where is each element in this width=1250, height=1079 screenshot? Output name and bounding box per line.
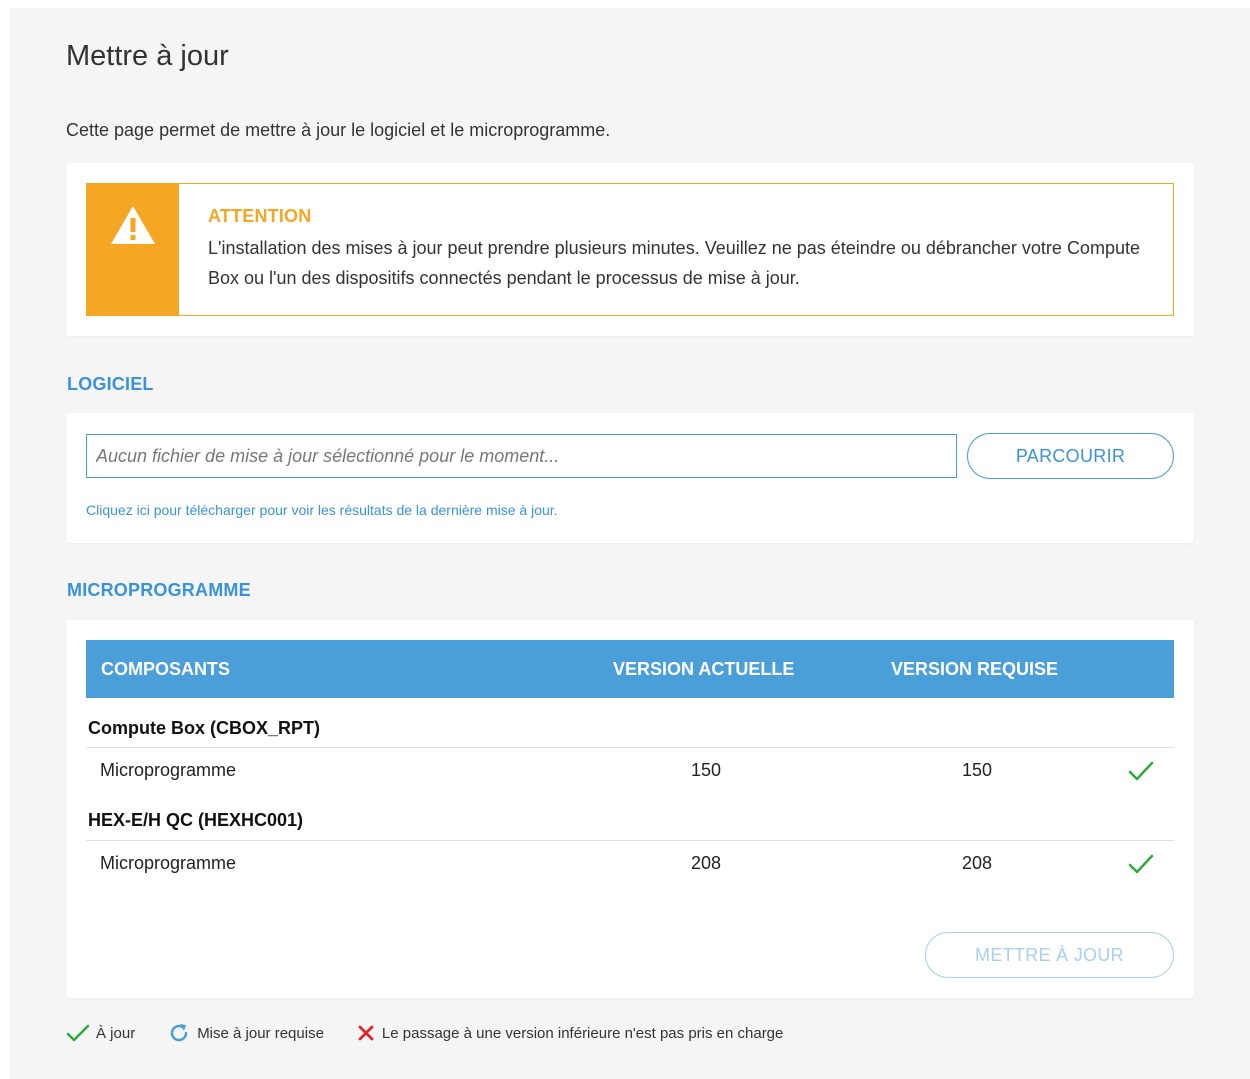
- table-header: COMPOSANTS VERSION ACTUELLE VERSION REQU…: [86, 640, 1174, 698]
- column-header-current-version: VERSION ACTUELLE: [613, 659, 795, 679]
- firmware-card: COMPOSANTS VERSION ACTUELLE VERSION REQU…: [66, 620, 1194, 998]
- warning-title: ATTENTION: [208, 206, 312, 226]
- legend-downgrade-unsupported-label: Le passage à une version inférieure n'es…: [381, 1024, 784, 1042]
- software-card: PARCOURIR Cliquez ici pour télécharger p…: [66, 413, 1194, 543]
- warning-body: L'installation des mises à jour peut pre…: [208, 238, 1140, 288]
- status-legend: À jour Mise à jour requise Le passage à …: [66, 1021, 815, 1045]
- component-group-name: Compute Box (CBOX_RPT): [88, 718, 321, 738]
- required-version: 208: [962, 853, 993, 873]
- component-group: Compute Box (CBOX_RPT): [86, 698, 1174, 748]
- legend-up-to-date-label: À jour: [96, 1024, 136, 1042]
- update-page: Mettre à jour Cette page permet de mettr…: [10, 8, 1250, 1079]
- page-description: Cette page permet de mettre à jour le lo…: [66, 120, 611, 140]
- table-row: Microprogramme 208 208: [86, 841, 1174, 885]
- firmware-section-title: MICROPROGRAMME: [67, 580, 251, 600]
- warning-icon-column: [87, 184, 179, 315]
- check-icon: [66, 1024, 90, 1042]
- column-header-components: COMPOSANTS: [101, 659, 231, 679]
- file-input[interactable]: [86, 434, 957, 478]
- warning-card: ATTENTION L'installation des mises à jou…: [66, 163, 1194, 336]
- required-version: 150: [962, 760, 993, 780]
- component-group-name: HEX-E/H QC (HEXHC001): [88, 810, 304, 830]
- update-button[interactable]: METTRE À JOUR: [925, 932, 1174, 978]
- legend-update-required: Mise à jour requise: [167, 1021, 324, 1045]
- current-version: 150: [691, 760, 722, 780]
- legend-update-required-label: Mise à jour requise: [197, 1024, 324, 1042]
- component-group: HEX-E/H QC (HEXHC001): [86, 792, 1174, 841]
- page-title: Mettre à jour: [66, 40, 229, 72]
- column-header-required-version: VERSION REQUISE: [891, 659, 1059, 679]
- check-icon: [1128, 854, 1154, 874]
- warning-triangle-icon: [111, 206, 155, 244]
- legend-up-to-date: À jour: [66, 1023, 135, 1043]
- check-icon: [1128, 761, 1154, 781]
- browse-button[interactable]: PARCOURIR: [967, 433, 1174, 479]
- component-name: Microprogramme: [100, 853, 237, 873]
- refresh-icon: [170, 1024, 188, 1042]
- warning-box: ATTENTION L'installation des mises à jou…: [86, 183, 1174, 316]
- current-version: 208: [691, 853, 722, 873]
- software-section-title: LOGICIEL: [67, 374, 154, 394]
- component-name: Microprogramme: [100, 760, 237, 780]
- legend-downgrade-unsupported: Le passage à une version inférieure n'es…: [356, 1023, 783, 1043]
- close-icon: [358, 1025, 374, 1041]
- firmware-table: COMPOSANTS VERSION ACTUELLE VERSION REQU…: [86, 640, 1174, 885]
- download-results-link[interactable]: Cliquez ici pour télécharger pour voir l…: [86, 502, 558, 518]
- warning-text: ATTENTION L'installation des mises à jou…: [179, 184, 1168, 315]
- table-row: Microprogramme 150 150: [86, 748, 1174, 792]
